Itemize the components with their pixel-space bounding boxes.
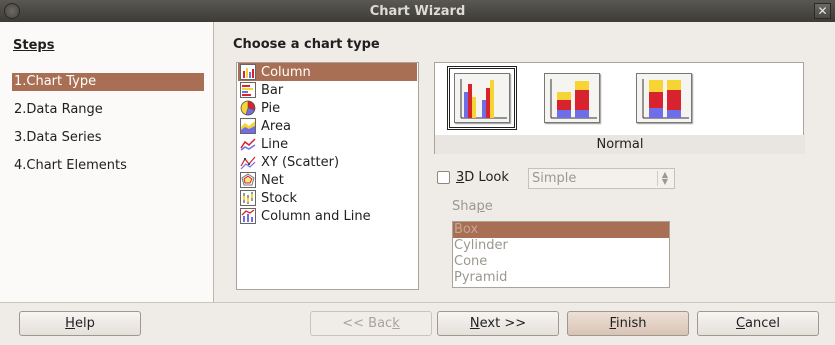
back-button[interactable]: << Back — [310, 311, 432, 336]
step-chart-type[interactable]: 1.Chart Type — [12, 73, 204, 91]
variant-stacked[interactable] — [540, 69, 604, 127]
chart-type-label: Column and Line — [261, 208, 371, 224]
chart-type-item-bar[interactable]: Bar — [238, 81, 417, 99]
next-button[interactable]: Next >> — [437, 311, 559, 336]
shape-list[interactable]: Box Cylinder Cone Pyramid — [452, 221, 670, 288]
bar-chart-icon — [240, 82, 256, 98]
chart-type-item-stock[interactable]: Stock — [238, 189, 417, 207]
area-chart-icon — [240, 118, 256, 134]
chart-wizard-window: Chart Wizard ✕ Steps 1.Chart Type 2.Data… — [0, 0, 835, 345]
variant-caption: Normal — [435, 135, 805, 154]
shape-item-cone[interactable]: Cone — [453, 254, 669, 270]
variant-normal[interactable] — [447, 66, 517, 130]
chart-variant-panel: Normal — [434, 62, 805, 154]
pie-chart-icon — [240, 100, 256, 116]
chart-type-label: Pie — [261, 100, 281, 116]
step-data-range[interactable]: 2.Data Range — [12, 101, 204, 119]
chart-type-item-column[interactable]: Column — [238, 63, 417, 81]
scatter-chart-icon — [240, 156, 256, 170]
chart-type-item-scatter[interactable]: XY (Scatter) — [238, 153, 417, 171]
shape-item-box[interactable]: Box — [453, 222, 669, 238]
shape-item-pyramid[interactable]: Pyramid — [453, 270, 669, 286]
chart-type-item-column-and-line[interactable]: Column and Line — [238, 207, 417, 225]
step-chart-elements[interactable]: 4.Chart Elements — [12, 157, 204, 175]
help-button[interactable]: Help — [19, 311, 141, 336]
three-d-look-label: 3D Look — [456, 170, 509, 185]
shape-item-cylinder[interactable]: Cylinder — [453, 238, 669, 254]
step-data-series[interactable]: 3.Data Series — [12, 129, 204, 147]
chart-type-label: Stock — [261, 190, 297, 206]
close-window-button[interactable]: ✕ — [814, 3, 831, 19]
chart-type-item-net[interactable]: Net — [238, 171, 417, 189]
window-title: Chart Wizard — [369, 3, 466, 19]
chart-type-label: Area — [261, 118, 291, 134]
chart-type-item-line[interactable]: Line — [238, 135, 417, 153]
steps-heading: Steps — [13, 38, 55, 53]
button-separator — [0, 302, 835, 303]
chart-type-label: XY (Scatter) — [261, 154, 340, 170]
chart-type-label: Line — [261, 136, 289, 152]
net-chart-icon — [240, 172, 256, 188]
chart-type-label: Column — [261, 64, 311, 80]
chart-type-list[interactable]: Column Bar Pie Area Line XY (Scatter) Ne… — [236, 62, 419, 290]
line-chart-icon — [240, 138, 256, 151]
stock-chart-icon — [240, 190, 256, 206]
normal-column-thumbnail — [460, 79, 507, 119]
window-menu-icon[interactable] — [4, 3, 20, 19]
spin-arrows-icon: ▲ ▼ — [657, 171, 672, 186]
finish-button[interactable]: Finish — [567, 311, 689, 336]
chart-type-label: Net — [261, 172, 284, 188]
column-line-chart-icon — [240, 208, 256, 224]
steps-panel: Steps 1.Chart Type 2.Data Range 3.Data S… — [0, 22, 214, 302]
chart-type-item-pie[interactable]: Pie — [238, 99, 417, 117]
variant-percent-stacked[interactable] — [632, 69, 696, 127]
appearance-select-value: Simple — [532, 171, 577, 186]
chart-type-label: Bar — [261, 82, 284, 98]
three-d-look-option[interactable]: 3D Look — [437, 170, 509, 185]
percent-stacked-column-thumbnail — [642, 79, 689, 119]
cancel-button[interactable]: Cancel — [697, 311, 819, 336]
chart-type-item-area[interactable]: Area — [238, 117, 417, 135]
stacked-column-thumbnail — [550, 79, 597, 119]
column-chart-icon — [240, 64, 256, 80]
shape-label: Shape — [452, 199, 493, 214]
three-d-look-checkbox[interactable] — [437, 171, 450, 184]
section-title: Choose a chart type — [233, 37, 380, 52]
appearance-select[interactable]: Simple ▲ ▼ — [528, 168, 675, 189]
title-bar: Chart Wizard ✕ — [0, 0, 835, 22]
